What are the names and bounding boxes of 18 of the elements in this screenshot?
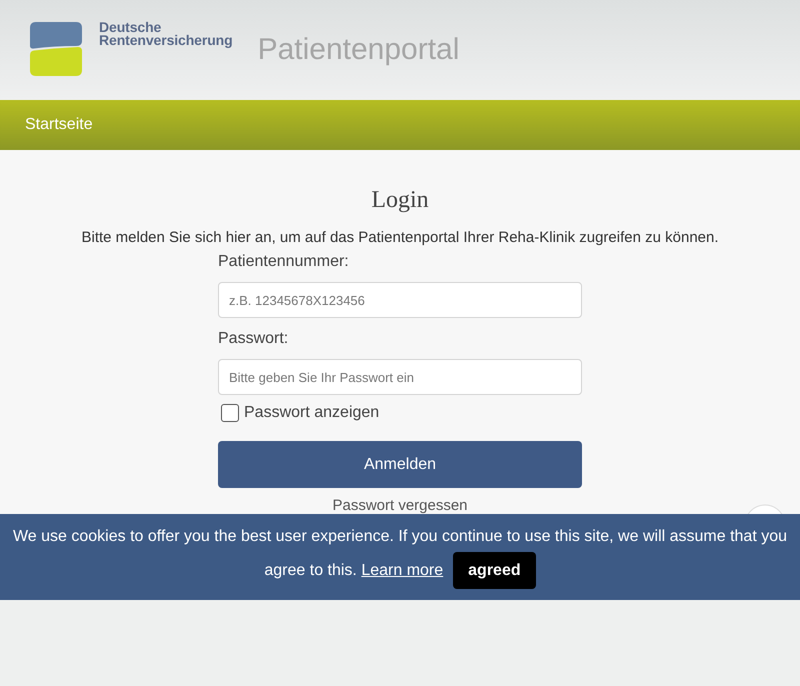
cookie-message: agree to this. Learn more bbox=[264, 560, 444, 580]
forgot-password-link[interactable]: Passwort vergessen bbox=[332, 498, 468, 514]
logo-icon bbox=[30, 22, 82, 76]
learn-more-link[interactable]: Learn more bbox=[361, 562, 444, 578]
field-label: Passwort: bbox=[218, 329, 288, 349]
agree-button[interactable]: agreed bbox=[453, 552, 536, 589]
input-field[interactable]: z.B. 12345678X123456 bbox=[218, 282, 582, 318]
logo-text: Rentenversicherung bbox=[99, 34, 233, 47]
cookie-message: We use cookies to offer you the best user experience. If you continue to use this site, we will assume that you bbox=[12, 526, 788, 546]
checkbox-label: Passwort anzeigen bbox=[244, 403, 380, 423]
checkbox[interactable] bbox=[221, 404, 239, 422]
intro-text: Bitte melden Sie sich hier an, um auf das Patientenportal Ihrer Reha-Klinik zugreifen zu können. bbox=[81, 228, 719, 248]
field-label: Patientennummer: bbox=[218, 252, 349, 272]
login-heading: Login bbox=[371, 186, 429, 214]
login-button[interactable]: Anmelden bbox=[218, 441, 582, 488]
portal-title: Patientenportal bbox=[258, 33, 460, 67]
input-field[interactable]: Bitte geben Sie Ihr Passwort ein bbox=[218, 359, 582, 395]
logo-text: Deutsche bbox=[99, 21, 162, 34]
